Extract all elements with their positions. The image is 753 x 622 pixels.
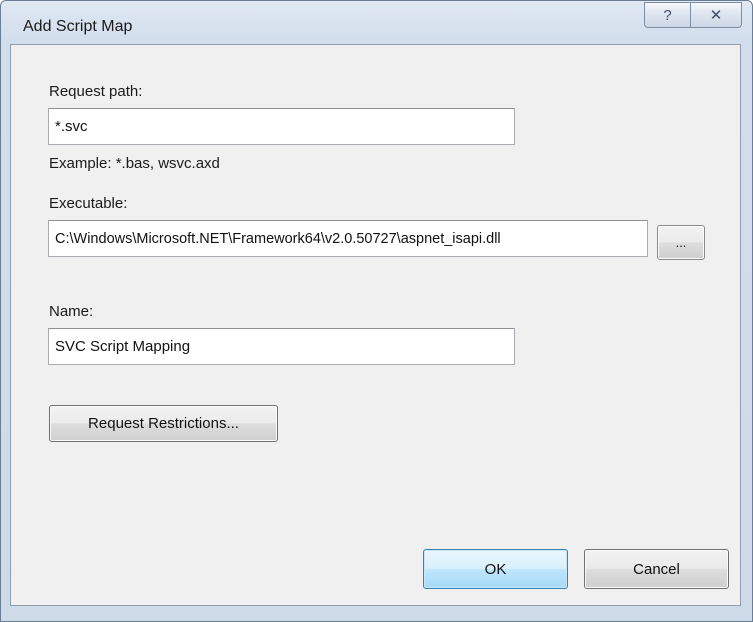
help-icon: ?: [663, 6, 672, 24]
executable-label: Executable:: [49, 195, 128, 212]
request-restrictions-button[interactable]: Request Restrictions...: [49, 405, 278, 442]
executable-input[interactable]: C:\Windows\Microsoft.NET\Framework64\v2.…: [48, 220, 648, 257]
caption-buttons: ? ✕: [644, 2, 742, 28]
dialog-title: Add Script Map: [23, 18, 133, 35]
close-button[interactable]: ✕: [690, 2, 742, 28]
dialog-body: Request path: *.svc Example: *.bas, wsvc…: [10, 44, 741, 606]
help-button[interactable]: ?: [644, 2, 690, 28]
cancel-button[interactable]: Cancel: [584, 549, 729, 589]
request-path-label: Request path:: [49, 83, 143, 100]
request-path-example: Example: *.bas, wsvc.axd: [49, 155, 220, 172]
close-icon: ✕: [709, 7, 723, 24]
name-label: Name:: [49, 303, 94, 320]
request-path-input[interactable]: *.svc: [48, 108, 515, 145]
browse-button[interactable]: ...: [657, 225, 705, 260]
name-input[interactable]: SVC Script Mapping: [48, 328, 515, 365]
ok-button[interactable]: OK: [423, 549, 568, 589]
add-script-map-dialog: Add Script Map ? ✕ Request path: *.svc E…: [0, 0, 753, 622]
